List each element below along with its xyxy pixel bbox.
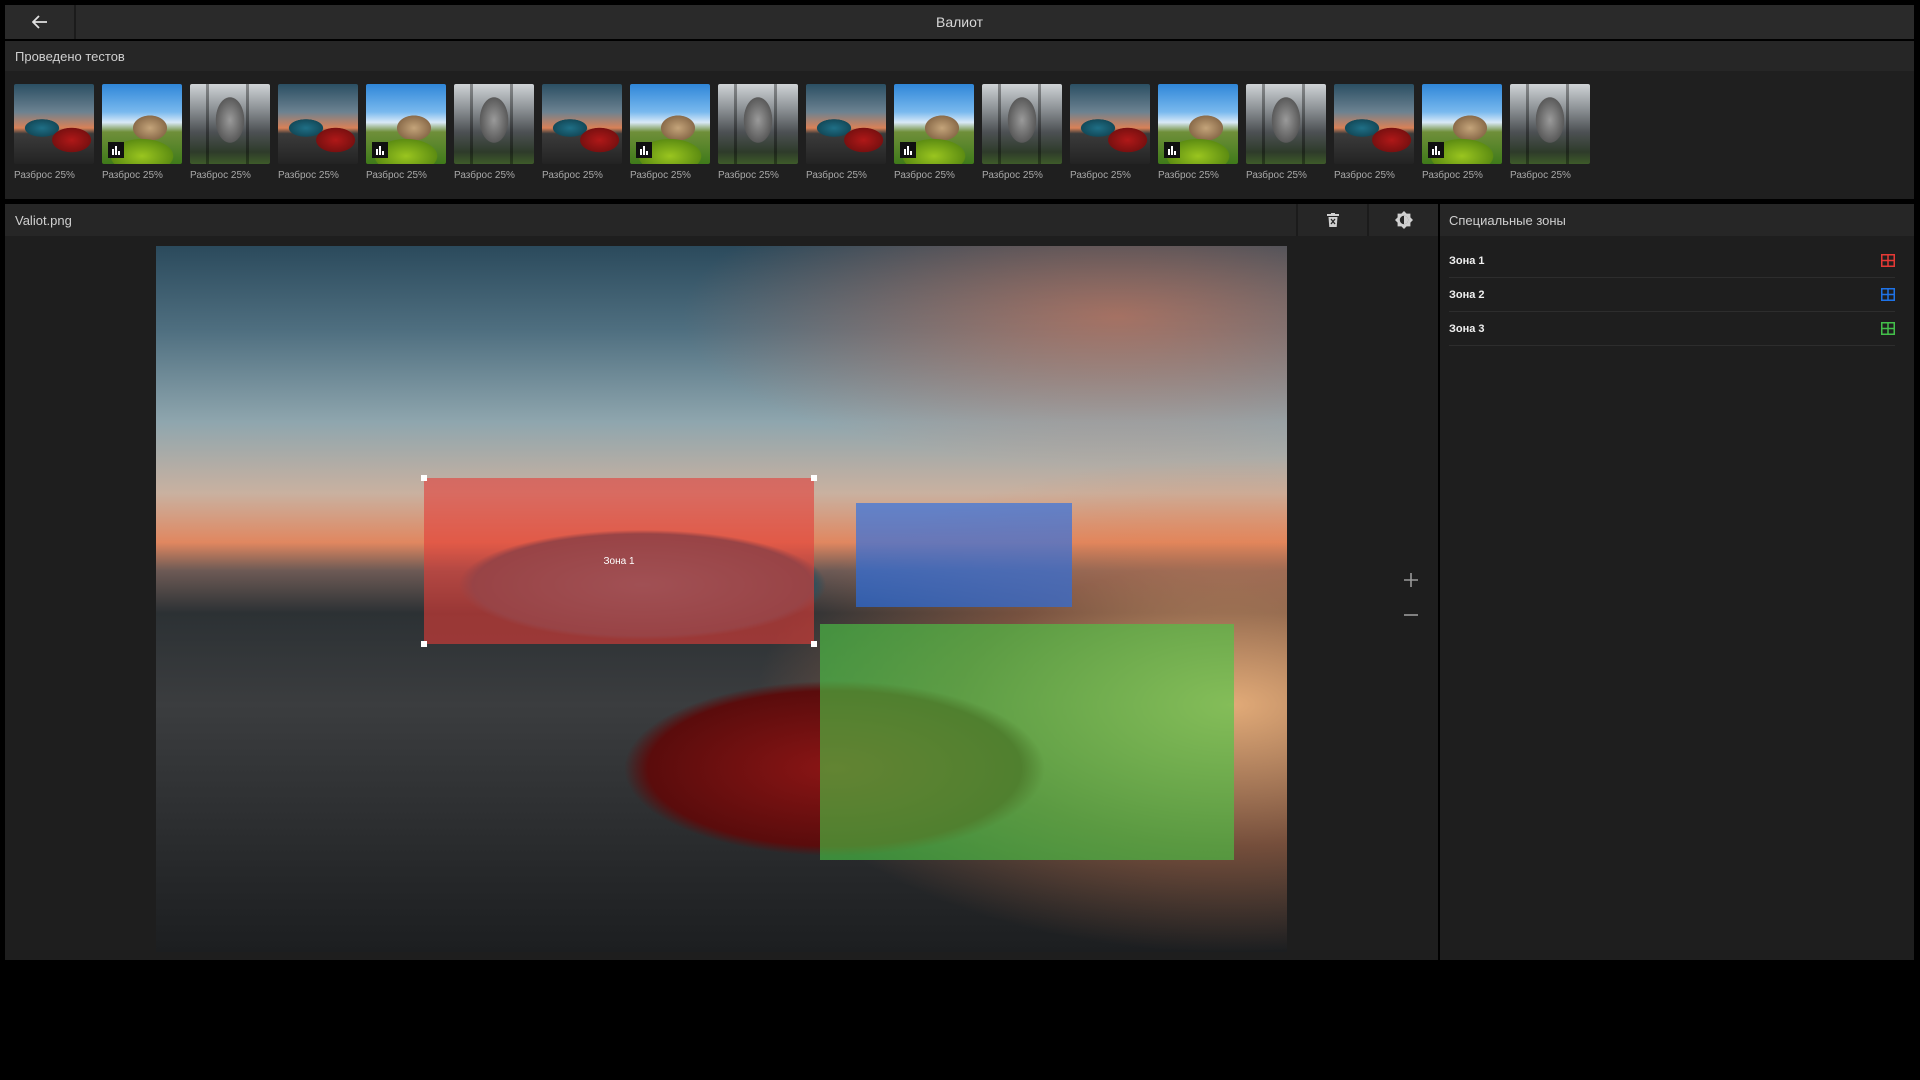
grid-icon[interactable] xyxy=(1881,288,1895,301)
test-thumbnail-image xyxy=(278,84,358,164)
zone-list-item[interactable]: Зона 3 xyxy=(1449,312,1895,346)
test-thumbnail[interactable]: Разброс 25% xyxy=(454,84,534,181)
brightness-icon xyxy=(1394,211,1413,229)
test-thumbnail[interactable]: Разброс 25% xyxy=(102,84,182,181)
bar-chart-icon xyxy=(108,142,124,158)
minus-icon xyxy=(1404,614,1418,616)
resize-handle-bottom-left[interactable] xyxy=(421,641,427,647)
resize-handle-bottom-right[interactable] xyxy=(811,641,817,647)
zone-3-overlay[interactable] xyxy=(820,624,1234,860)
zone-list-item[interactable]: Зона 1 xyxy=(1449,244,1895,278)
test-thumbnail[interactable]: Разброс 25% xyxy=(366,84,446,181)
test-thumbnail[interactable]: Разброс 25% xyxy=(982,84,1062,181)
test-thumbnail-image xyxy=(718,84,798,164)
test-thumbnail-image xyxy=(190,84,270,164)
test-thumbnail-label: Разброс 25% xyxy=(278,170,339,181)
resize-handle-top-right[interactable] xyxy=(811,475,817,481)
car-photo[interactable]: Зона 1 xyxy=(156,246,1287,952)
delete-button[interactable] xyxy=(1296,204,1367,236)
zone-2-overlay[interactable] xyxy=(856,503,1072,607)
test-thumbnail-label: Разброс 25% xyxy=(894,170,955,181)
test-thumbnail-label: Разброс 25% xyxy=(1510,170,1571,181)
test-thumbnail[interactable]: Разброс 25% xyxy=(806,84,886,181)
workspace-header: Valiot.png xyxy=(5,204,1438,236)
test-thumbnail[interactable]: Разброс 25% xyxy=(1510,84,1590,181)
zone-list-item[interactable]: Зона 2 xyxy=(1449,278,1895,312)
test-thumbnail-label: Разброс 25% xyxy=(718,170,779,181)
bar-chart-icon xyxy=(636,142,652,158)
zone-name: Зона 2 xyxy=(1449,288,1485,301)
special-zones-title: Специальные зоны xyxy=(1440,204,1914,236)
image-filename: Valiot.png xyxy=(15,212,72,228)
test-thumbnail[interactable]: Разброс 25% xyxy=(630,84,710,181)
image-workspace: Valiot.png Зона 1 xyxy=(5,204,1438,960)
grid-icon[interactable] xyxy=(1881,322,1895,335)
zoom-in-button[interactable] xyxy=(1399,568,1423,592)
arrow-left-icon xyxy=(31,15,47,29)
test-thumbnail-image xyxy=(14,84,94,164)
test-thumbnail[interactable]: Разброс 25% xyxy=(1246,84,1326,181)
zone-name: Зона 3 xyxy=(1449,322,1485,335)
test-thumbnail-label: Разброс 25% xyxy=(1158,170,1219,181)
test-thumbnail[interactable]: Разброс 25% xyxy=(1158,84,1238,181)
test-thumbnail-label: Разброс 25% xyxy=(1334,170,1395,181)
test-thumbnail[interactable]: Разброс 25% xyxy=(190,84,270,181)
test-thumbnail-image xyxy=(102,84,182,164)
zoom-out-button[interactable] xyxy=(1399,603,1423,627)
test-thumbnail-image xyxy=(630,84,710,164)
test-thumbnail-image xyxy=(1510,84,1590,164)
bar-chart-icon xyxy=(1164,142,1180,158)
test-thumbnail-label: Разброс 25% xyxy=(454,170,515,181)
zones-list: Зона 1 Зона 2 Зона 3 xyxy=(1440,236,1914,346)
back-button[interactable] xyxy=(5,5,76,39)
test-thumbnail[interactable]: Разброс 25% xyxy=(14,84,94,181)
test-thumbnail-image xyxy=(1334,84,1414,164)
grid-icon[interactable] xyxy=(1881,254,1895,267)
test-thumbnail-label: Разброс 25% xyxy=(542,170,603,181)
zone-name: Зона 1 xyxy=(1449,254,1485,267)
test-thumbnail[interactable]: Разброс 25% xyxy=(1422,84,1502,181)
brightness-button[interactable] xyxy=(1367,204,1438,236)
test-thumbnail-image xyxy=(366,84,446,164)
test-thumbnail-label: Разброс 25% xyxy=(630,170,691,181)
test-thumbnails: Разброс 25% Разброс 25% Разброс 25% Разброс… xyxy=(5,71,1914,181)
test-thumbnail-image xyxy=(982,84,1062,164)
test-thumbnail-image xyxy=(806,84,886,164)
test-thumbnail-label: Разброс 25% xyxy=(190,170,251,181)
trash-icon xyxy=(1326,213,1339,227)
test-thumbnail-label: Разброс 25% xyxy=(1246,170,1307,181)
tests-panel: Проведено тестов Разброс 25% Разброс 25% Р… xyxy=(5,41,1914,199)
test-thumbnail[interactable]: Разброс 25% xyxy=(1070,84,1150,181)
tests-title: Проведено тестов xyxy=(5,41,1914,71)
test-thumbnail-label: Разброс 25% xyxy=(366,170,427,181)
test-thumbnail-image xyxy=(1158,84,1238,164)
special-zones-panel: Специальные зоны Зона 1 Зона 2 Зона 3 xyxy=(1440,204,1914,960)
page-title: Валиот xyxy=(935,14,983,30)
test-thumbnail-image xyxy=(1246,84,1326,164)
test-thumbnail[interactable]: Разброс 25% xyxy=(542,84,622,181)
test-thumbnail-image xyxy=(454,84,534,164)
test-thumbnail-image xyxy=(1070,84,1150,164)
bar-chart-icon xyxy=(900,142,916,158)
test-thumbnail[interactable]: Разброс 25% xyxy=(278,84,358,181)
test-thumbnail-label: Разброс 25% xyxy=(1422,170,1483,181)
test-thumbnail-label: Разброс 25% xyxy=(806,170,867,181)
test-thumbnail-image xyxy=(1422,84,1502,164)
bar-chart-icon xyxy=(372,142,388,158)
bar-chart-icon xyxy=(1428,142,1444,158)
test-thumbnail-label: Разброс 25% xyxy=(982,170,1043,181)
test-thumbnail-image xyxy=(894,84,974,164)
test-thumbnail-image xyxy=(542,84,622,164)
test-thumbnail[interactable]: Разброс 25% xyxy=(718,84,798,181)
test-thumbnail[interactable]: Разброс 25% xyxy=(894,84,974,181)
test-thumbnail-label: Разброс 25% xyxy=(14,170,75,181)
test-thumbnail-label: Разброс 25% xyxy=(102,170,163,181)
plus-icon xyxy=(1404,573,1418,587)
zone-1-overlay-label: Зона 1 xyxy=(603,555,635,567)
test-thumbnail[interactable]: Разброс 25% xyxy=(1334,84,1414,181)
resize-handle-top-left[interactable] xyxy=(421,475,427,481)
test-thumbnail-label: Разброс 25% xyxy=(1070,170,1131,181)
top-bar: Валиот xyxy=(5,5,1914,39)
zone-1-overlay[interactable]: Зона 1 xyxy=(421,475,817,647)
